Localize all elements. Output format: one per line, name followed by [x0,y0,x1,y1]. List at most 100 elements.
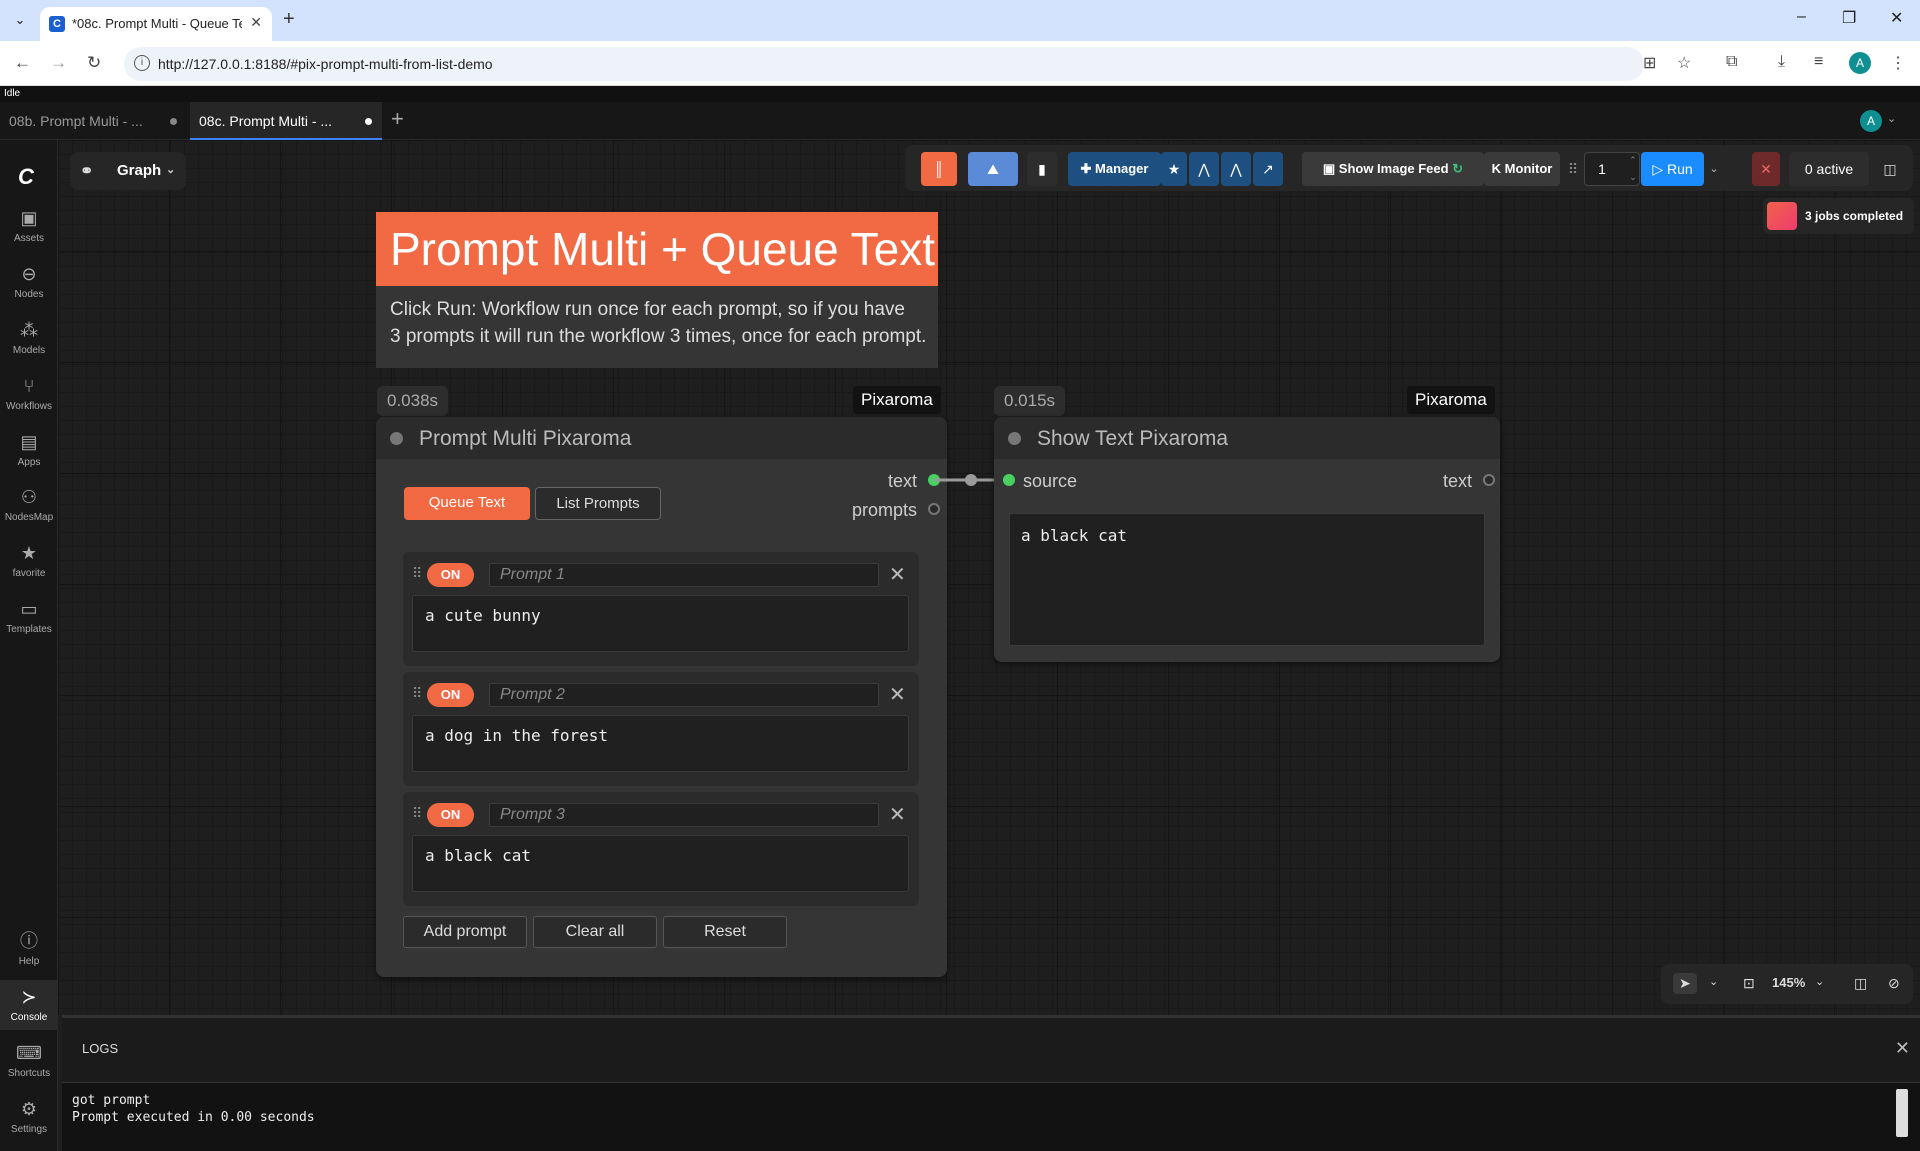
bookmark-star-icon[interactable]: ☆ [1677,53,1691,73]
logs-scrollbar[interactable] [1896,1089,1908,1137]
sidebar-item-shortcuts[interactable]: ⌨ Shortcuts [0,1042,58,1079]
node-status-dot-icon[interactable] [1008,432,1021,445]
manager-button[interactable]: ✚ Manager [1068,152,1161,186]
drag-grip-icon[interactable]: ⠿ [412,685,422,702]
sidebar-item-favorite[interactable]: ★ favorite [0,542,58,579]
pixaroma-badge: Pixaroma [853,386,941,414]
prompt-name-input[interactable]: Prompt 1 [489,563,879,587]
sidebar-item-assets[interactable]: ▣ Assets [0,207,58,244]
minimap-icon[interactable]: ◫ [1854,975,1867,992]
output-text-connector[interactable] [1483,474,1495,486]
chevron-down-icon[interactable]: ⌄ [1709,975,1718,988]
share-arrow-icon[interactable]: ↗ [1253,152,1283,186]
image-feed-button[interactable]: ▣ Show Image Feed ↻ [1302,152,1484,186]
hide-links-icon[interactable]: ⊘ [1888,975,1900,992]
queue-count-value: 1 [1598,161,1606,177]
cancel-run-icon[interactable]: ✕ [1752,152,1780,186]
bookmark-icon[interactable]: ▮ [1027,152,1057,186]
drag-handle-icon[interactable]: ⠿ [1566,152,1580,186]
share-a-icon[interactable]: ⋀ [1189,152,1219,186]
tab-list-prompts[interactable]: List Prompts [535,487,661,520]
reset-button[interactable]: Reset [663,916,787,948]
jobs-completed-toast[interactable]: 3 jobs completed [1763,198,1914,234]
pixaroma-icon[interactable]: ║ [921,152,957,186]
user-avatar[interactable]: A [1860,110,1882,132]
remove-prompt-icon[interactable]: ✕ [889,562,906,587]
logs-output[interactable]: got prompt Prompt executed in 0.00 secon… [62,1082,1920,1151]
drag-grip-icon[interactable]: ⠿ [412,565,422,582]
node-header[interactable]: Show Text Pixaroma [994,417,1500,459]
sidebar-item-help[interactable]: ⓘ Help [0,930,58,967]
image-icon: ▣ [20,208,38,228]
sidebar-item-console[interactable]: ≻ Console [0,980,58,1030]
tab-search-icon[interactable]: ⌄ [10,10,30,30]
star-icon[interactable]: ★ [1161,152,1187,186]
run-options-chevron-icon[interactable]: ⌄ [1705,152,1723,186]
output-label-prompts: prompts [852,500,918,520]
graph-mode-button[interactable]: ⚭ Graph ⌄ [70,152,186,190]
comfy-logo-icon[interactable]: C [18,164,44,189]
chevron-down-icon[interactable]: ⌄ [1887,112,1896,125]
panel-toggle-icon[interactable]: ◫ [1875,152,1905,186]
browser-menu-icon[interactable]: ⋮ [1890,53,1906,73]
site-info-icon[interactable]: i [134,55,150,71]
url-field[interactable]: i http://127.0.0.1:8188/#pix-prompt-mult… [124,47,1644,81]
sidebar-item-templates[interactable]: ▭ Templates [0,598,58,635]
output-prompts-connector[interactable] [928,503,940,515]
fit-view-icon[interactable]: ⊡ [1743,975,1755,992]
node-header[interactable]: Prompt Multi Pixaroma [376,417,947,459]
drag-grip-icon[interactable]: ⠿ [412,805,422,822]
sidebar-item-workflows[interactable]: ⑂ Workflows [0,375,58,412]
monitor-button[interactable]: K Monitor [1484,152,1560,186]
workflow-tab-08c[interactable]: 08c. Prompt Multi - ... [190,102,382,140]
zoom-level[interactable]: 145% [1772,975,1805,990]
downloads-icon[interactable]: ⤓ [1778,53,1785,71]
prompt-toggle[interactable]: ON [427,683,474,707]
prompt-text-area[interactable]: a black cat [412,835,909,892]
prompt-text-area[interactable]: a dog in the forest [412,715,909,772]
browser-tab[interactable]: C *08c. Prompt Multi - Queue Te ✕ [40,7,272,41]
new-tab-icon[interactable]: + [283,8,295,31]
tab-queue-text[interactable]: Queue Text [404,487,530,520]
close-tab-icon[interactable]: ✕ [250,14,262,31]
sidebar-item-settings[interactable]: ⚙ Settings [0,1098,58,1135]
sidebar-item-models[interactable]: ⁂ Models [0,319,58,356]
clear-all-button[interactable]: Clear all [533,916,657,948]
new-workflow-icon[interactable]: + [391,106,404,132]
close-logs-icon[interactable]: ✕ [1895,1038,1910,1059]
log-line: Prompt executed in 0.00 seconds [72,1110,315,1125]
window-close-icon[interactable]: ✕ [1890,8,1903,28]
extensions-icon[interactable]: ⧉ [1726,53,1737,71]
forward-icon[interactable]: → [50,53,67,73]
prompt-text-area[interactable]: a cute bunny [412,595,909,652]
workflow-tab-08b[interactable]: 08b. Prompt Multi - ... [0,102,187,140]
share-b-icon[interactable]: ⋀ [1221,152,1251,186]
minimize-icon[interactable]: – [1797,8,1806,26]
graph-canvas[interactable] [58,140,1920,1015]
add-prompt-button[interactable]: Add prompt [403,916,527,948]
stepper-arrows-icon[interactable]: ⌃ ⌄ [1628,152,1638,186]
media-icon[interactable]: ≡ [1814,53,1823,71]
remove-prompt-icon[interactable]: ✕ [889,682,906,707]
job-thumbnail [1767,202,1797,230]
chevron-down-icon[interactable]: ⌄ [1815,975,1824,988]
sidebar-item-apps[interactable]: ▤ Apps [0,431,58,468]
prompt-toggle[interactable]: ON [427,803,474,827]
prompt-toggle[interactable]: ON [427,563,474,587]
reload-icon[interactable]: ↻ [87,53,101,73]
restore-icon[interactable]: ❐ [1842,8,1856,28]
sidebar-item-nodes[interactable]: ⊖ Nodes [0,263,58,300]
crystools-icon[interactable]: ⛰ [968,152,1018,186]
back-icon[interactable]: ← [14,53,31,73]
remove-prompt-icon[interactable]: ✕ [889,802,906,827]
node-status-dot-icon[interactable] [390,432,403,445]
sidebar-item-nodesmap[interactable]: ⚇ NodesMap [0,486,58,523]
input-source-connector[interactable] [1003,474,1015,486]
select-tool-icon[interactable]: ➤ [1673,973,1697,994]
active-jobs-button[interactable]: 0 active [1789,152,1869,186]
run-button[interactable]: ▷ Run [1641,152,1704,186]
prompt-name-input[interactable]: Prompt 3 [489,803,879,827]
profile-avatar[interactable]: A [1849,52,1871,74]
install-app-icon[interactable]: ⊞ [1643,53,1656,73]
prompt-name-input[interactable]: Prompt 2 [489,683,879,707]
